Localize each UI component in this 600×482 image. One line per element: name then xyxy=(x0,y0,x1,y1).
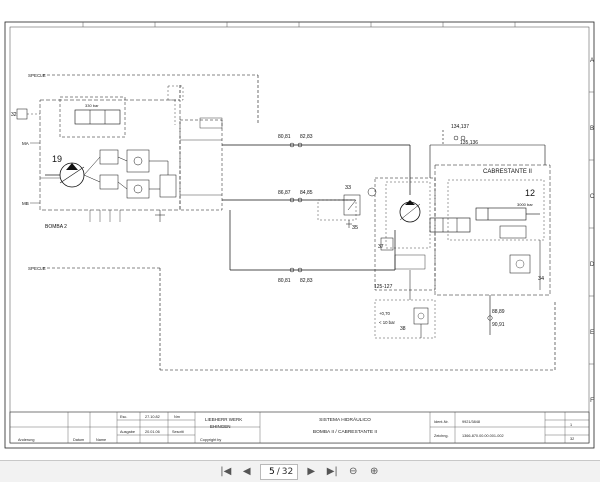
pipe-ref: 80,81 xyxy=(278,134,291,140)
ref-number: 32 xyxy=(11,112,17,118)
pipe-ref: 90,91 xyxy=(492,322,505,328)
tb-label: Ausgabe xyxy=(120,430,135,434)
pump-unit: 330 bar 19 BOMBA 2 xyxy=(39,96,181,230)
pump-label: BOMBA 2 xyxy=(45,224,67,230)
tb-label: Ident-Nr. xyxy=(434,420,449,424)
total-pages: 32 xyxy=(281,466,294,477)
row-label: F xyxy=(590,398,594,404)
row-label: B xyxy=(590,126,594,132)
sheet-total: 32 xyxy=(570,437,574,441)
valve-rating: 330 bar xyxy=(85,103,99,108)
schematic-svg: A B C D E F SPECLE SPECLE 330 bar 19 BOM… xyxy=(4,21,595,449)
next-page-icon[interactable]: ▶ xyxy=(303,464,319,480)
component-number: 35 xyxy=(352,225,358,231)
winch-unit: CABRESTANTE II 12 3000 bar 34 xyxy=(429,164,551,296)
pipe-ref: 134,137 xyxy=(451,124,469,130)
page-navigation-bar: |◀ ◀ / 32 ▶ ▶| ⊖ ⊕ xyxy=(0,460,600,482)
zoom-out-icon[interactable]: ⊖ xyxy=(345,464,361,480)
ident-number: 9921/3848 xyxy=(462,420,480,424)
city: EHINGEN xyxy=(210,424,231,429)
tb-value: Sesotti xyxy=(172,430,184,434)
pipe-ref: 84,85 xyxy=(300,190,313,196)
center-block: 33 35 37 125-127 +0,70 < 10 bar 38 xyxy=(317,177,436,339)
temp-high: +0,70 xyxy=(379,311,390,316)
page-indicator: / 32 xyxy=(259,463,299,480)
line-label-ps: SPECLE xyxy=(28,73,46,78)
tb-label: Name xyxy=(96,438,106,442)
line-label-ps: SPECLE xyxy=(28,266,46,271)
title-block: Esc. 27.10.82 Ausgabe 20.01.06 Nm Sesott… xyxy=(9,411,590,444)
tb-label: Esc. xyxy=(120,415,127,419)
drawing-number: 1366-870.00.00.001-002 xyxy=(462,434,504,438)
drawing-sheet: A B C D E F SPECLE SPECLE 330 bar 19 BOM… xyxy=(0,0,600,460)
prev-page-icon[interactable]: ◀ xyxy=(239,464,255,480)
last-page-icon[interactable]: ▶| xyxy=(324,464,340,480)
first-page-icon[interactable]: |◀ xyxy=(218,464,234,480)
pump-number: 19 xyxy=(52,154,62,164)
brake-rating: 3000 bar xyxy=(517,202,533,207)
row-label: C xyxy=(590,194,595,200)
port-label: MB xyxy=(22,201,29,206)
tb-value: 27.10.82 xyxy=(145,415,160,419)
pipe-ref: 82,83 xyxy=(300,278,313,284)
pipe-ref: 80,81 xyxy=(278,278,291,284)
row-label: E xyxy=(590,330,594,336)
zoom-in-icon[interactable]: ⊕ xyxy=(366,464,382,480)
page-number-input[interactable] xyxy=(264,466,275,477)
component-number: 34 xyxy=(538,276,544,282)
tb-value: 20.01.06 xyxy=(145,430,160,434)
copyright: Copyright by xyxy=(200,438,221,442)
component-number: 33 xyxy=(345,185,351,191)
tb-label: Anderung xyxy=(18,438,34,442)
pipe-ref: 82,83 xyxy=(300,134,313,140)
row-label: A xyxy=(590,58,594,64)
pipe-ref: 135,136 xyxy=(460,140,478,146)
row-label: D xyxy=(590,262,595,268)
sheet-border xyxy=(4,21,595,449)
component-number: 37 xyxy=(378,244,384,250)
sheet-number: 1 xyxy=(570,423,572,427)
title-line-1: SISTEMA HIDRÁULICO xyxy=(319,416,371,423)
component-number: 38 xyxy=(400,326,406,332)
tb-label: Zeichng. xyxy=(434,434,449,438)
sheet-inner-border xyxy=(9,26,590,444)
temp-low: < 10 bar xyxy=(379,320,395,325)
pipe-ref: 88,89 xyxy=(492,309,505,315)
winch-title: CABRESTANTE II xyxy=(483,169,532,175)
tb-label: Datum xyxy=(73,438,84,442)
port-label: MA xyxy=(22,141,29,146)
tb-label: Nm xyxy=(174,415,180,419)
pipe-ref: 86,87 xyxy=(278,190,291,196)
pdf-viewer: A B C D E F SPECLE SPECLE 330 bar 19 BOM… xyxy=(0,0,600,482)
title-line-2: BOMBA II / CABRESTANTE II xyxy=(313,429,377,435)
winch-number: 12 xyxy=(525,188,535,198)
component-range: 125-127 xyxy=(374,284,393,290)
company: LIEBHERR WERK xyxy=(205,417,242,422)
